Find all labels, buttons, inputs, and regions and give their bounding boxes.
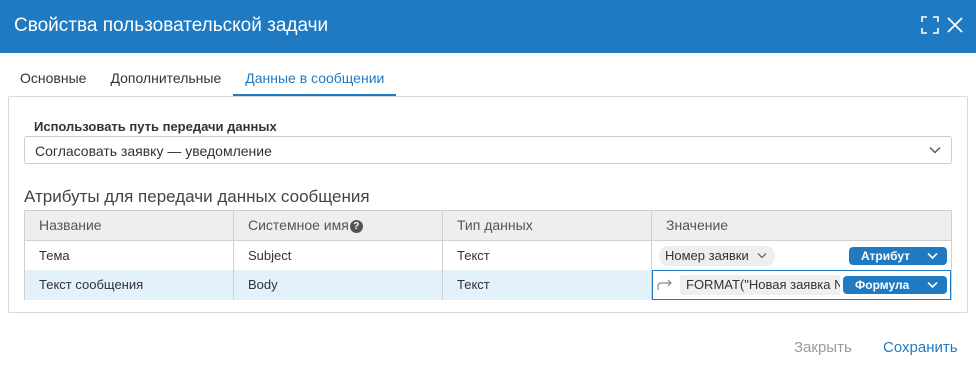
chevron-down-icon [757, 253, 767, 259]
dialog-title: Свойства пользовательской задачи [14, 15, 329, 36]
attributes-section-title: Атрибуты для передачи данных сообщения [24, 187, 370, 206]
cell-data-type: Текст [443, 270, 652, 300]
value-mode-dropdown-formula[interactable]: Формула [843, 276, 947, 294]
attribute-value-label: Номер заявки [665, 248, 749, 263]
chevron-down-icon [927, 252, 938, 260]
cell-data-type: Текст [443, 241, 652, 270]
cell-name: Тема [25, 241, 234, 270]
cell-name: Текст сообщения [25, 270, 234, 300]
tab-general[interactable]: Основные [8, 62, 98, 96]
tab-message-data[interactable]: Данные в сообщении [233, 62, 397, 96]
chevron-down-icon [927, 281, 938, 289]
value-mode-label: Атрибут [861, 249, 911, 263]
dialog-titlebar: Свойства пользовательской задачи [0, 0, 976, 53]
attributes-table: Название Системное имя? Тип данных Значе… [24, 210, 952, 300]
column-header-name: Название [25, 211, 234, 240]
route-label: Использовать путь передачи данных [34, 119, 277, 134]
expand-icon[interactable] [921, 16, 939, 34]
formula-text[interactable]: FORMAT("Новая заявка № [680, 275, 840, 295]
cell-system-name: Subject [234, 241, 443, 270]
table-header: Название Системное имя? Тип данных Значе… [25, 211, 951, 241]
cell-system-name: Body [234, 270, 443, 300]
column-header-system-name-label: Системное имя [248, 217, 349, 233]
tab-additional[interactable]: Дополнительные [98, 62, 233, 96]
route-select[interactable]: Согласовать заявку — уведомление [24, 136, 952, 164]
table-row[interactable]: Тема Subject Текст [25, 241, 951, 271]
value-mode-dropdown-attribute[interactable]: Атрибут [849, 247, 947, 265]
close-button[interactable]: Закрыть [794, 339, 852, 356]
column-header-value: Значение [666, 217, 729, 233]
value-mode-label: Формула [855, 278, 910, 292]
column-header-data-type: Тип данных [443, 211, 652, 240]
redirect-arrow-icon [657, 279, 672, 290]
save-button[interactable]: Сохранить [883, 339, 958, 356]
attribute-value-select[interactable]: Номер заявки [659, 246, 775, 266]
close-icon[interactable] [946, 16, 964, 34]
route-select-value: Согласовать заявку — уведомление [35, 143, 272, 159]
tab-bar: Основные Дополнительные Данные в сообщен… [8, 62, 397, 96]
chevron-down-icon [929, 147, 941, 154]
help-icon[interactable]: ? [349, 220, 363, 233]
column-header-system-name: Системное имя? [234, 211, 443, 240]
